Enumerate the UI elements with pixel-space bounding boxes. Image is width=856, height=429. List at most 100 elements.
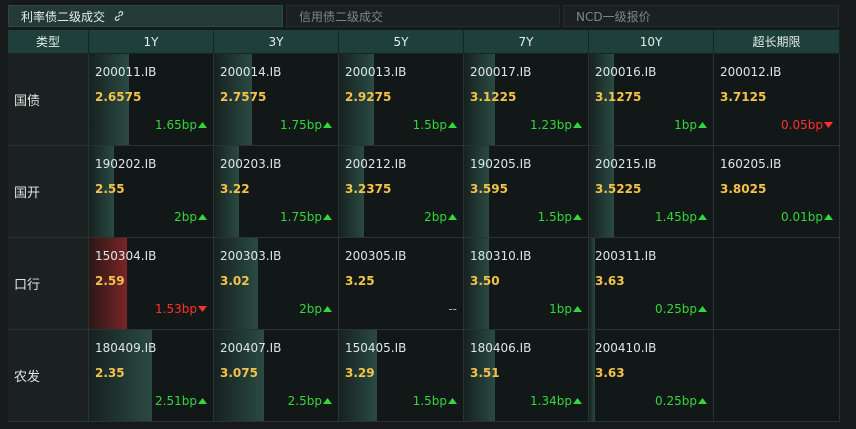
- yield-change-value: 0.01bp: [781, 210, 823, 224]
- header-1y: 1Y: [89, 30, 214, 54]
- bond-cell[interactable]: 180310.IB 3.50 1bp: [464, 238, 589, 330]
- bond-cell[interactable]: 180409.IB 2.35 2.51bp: [89, 330, 214, 422]
- yield-change-value: 0.25bp: [655, 302, 697, 316]
- link-icon[interactable]: [113, 10, 125, 22]
- yield-change-value: 2.5bp: [287, 394, 322, 408]
- yield-change-value: 0.05bp: [781, 118, 823, 132]
- bond-cell[interactable]: 200311.IB 3.63 0.25bp: [589, 238, 714, 330]
- yield-change: 1.23bp: [530, 118, 582, 132]
- bond-code: 200410.IB: [595, 341, 657, 355]
- bond-yield: 3.02: [220, 274, 250, 288]
- yield-change: --: [448, 302, 457, 316]
- bond-yield: 3.075: [220, 366, 258, 380]
- bond-code: 200212.IB: [345, 157, 407, 171]
- bond-code: 200011.IB: [95, 65, 157, 79]
- header-ultra-long: 超长期限: [714, 30, 840, 54]
- yield-change-value: 1.23bp: [530, 118, 572, 132]
- triangle-up-icon: [698, 398, 707, 404]
- bond-cell[interactable]: 150405.IB 3.29 1.5bp: [339, 330, 464, 422]
- bond-yield: 3.25: [345, 274, 375, 288]
- bond-yield: 3.7125: [720, 90, 767, 104]
- triangle-up-icon: [698, 306, 707, 312]
- bond-cell[interactable]: 200212.IB 3.2375 2bp: [339, 146, 464, 238]
- triangle-up-icon: [323, 306, 332, 312]
- triangle-up-icon: [573, 214, 582, 220]
- bond-cell[interactable]: 200017.IB 3.1225 1.23bp: [464, 54, 589, 146]
- triangle-up-icon: [323, 122, 332, 128]
- tab-ncd-primary-quotes[interactable]: NCD一级报价: [563, 5, 839, 27]
- bond-yield: 3.63: [595, 366, 625, 380]
- yield-change-value: 0.25bp: [655, 394, 697, 408]
- bond-cell[interactable]: 190202.IB 2.55 2bp: [89, 146, 214, 238]
- tab-label: 信用债二级成交: [299, 9, 384, 24]
- empty-cell: [714, 330, 840, 422]
- bond-code: 200012.IB: [720, 65, 782, 79]
- yield-change: 1.65bp: [155, 118, 207, 132]
- row-type-label: 农发: [8, 330, 89, 422]
- bond-yield: 2.7575: [220, 90, 267, 104]
- yield-change: 2bp: [299, 302, 332, 316]
- tab-bar: 利率债二级成交 信用债二级成交 NCD一级报价: [8, 5, 840, 27]
- yield-change-value: 2bp: [424, 210, 447, 224]
- bond-yield: 2.9275: [345, 90, 392, 104]
- yield-change-value: --: [448, 302, 457, 316]
- table-header: 类型 1Y 3Y 5Y 7Y 10Y 超长期限: [8, 30, 840, 54]
- bond-yield: 3.51: [470, 366, 500, 380]
- triangle-up-icon: [198, 122, 207, 128]
- triangle-up-icon: [448, 214, 457, 220]
- triangle-up-icon: [323, 398, 332, 404]
- triangle-up-icon: [698, 122, 707, 128]
- bond-code: 150304.IB: [95, 249, 157, 263]
- bond-cell[interactable]: 150304.IB 2.59 1.53bp: [89, 238, 214, 330]
- yield-change-value: 2bp: [299, 302, 322, 316]
- tab-credit-secondary-trades[interactable]: 信用债二级成交: [286, 5, 560, 27]
- bond-cell[interactable]: 190205.IB 3.595 1.5bp: [464, 146, 589, 238]
- yield-change-value: 2.51bp: [155, 394, 197, 408]
- yield-table: 类型 1Y 3Y 5Y 7Y 10Y 超长期限 国债 200011.IB 2.6…: [8, 30, 840, 422]
- bond-cell[interactable]: 200305.IB 3.25 --: [339, 238, 464, 330]
- bond-cell[interactable]: 200203.IB 3.22 1.75bp: [214, 146, 339, 238]
- triangle-up-icon: [448, 398, 457, 404]
- header-5y: 5Y: [339, 30, 464, 54]
- tab-rates-secondary-trades[interactable]: 利率债二级成交: [8, 5, 283, 27]
- bond-yield: 3.1225: [470, 90, 517, 104]
- bond-cell[interactable]: 200303.IB 3.02 2bp: [214, 238, 339, 330]
- bond-cell[interactable]: 200410.IB 3.63 0.25bp: [589, 330, 714, 422]
- triangle-up-icon: [573, 398, 582, 404]
- bond-cell[interactable]: 180406.IB 3.51 1.34bp: [464, 330, 589, 422]
- yield-change: 0.25bp: [655, 302, 707, 316]
- yield-change-value: 1.45bp: [655, 210, 697, 224]
- triangle-up-icon: [824, 214, 833, 220]
- bond-code: 160205.IB: [720, 157, 782, 171]
- bond-cell[interactable]: 160205.IB 3.8025 0.01bp: [714, 146, 840, 238]
- triangle-down-icon: [824, 122, 833, 128]
- bond-cell[interactable]: 200016.IB 3.1275 1bp: [589, 54, 714, 146]
- triangle-up-icon: [198, 398, 207, 404]
- table-body: 国债 200011.IB 2.6575 1.65bp 200014.IB 2.7…: [8, 54, 840, 422]
- yield-change: 2.5bp: [288, 394, 332, 408]
- tab-label: NCD一级报价: [576, 9, 651, 24]
- bond-yield: 2.55: [95, 182, 125, 196]
- bond-code: 180409.IB: [95, 341, 157, 355]
- yield-change-value: 1.53bp: [155, 302, 197, 316]
- yield-change-value: 1.5bp: [412, 118, 447, 132]
- bond-yield: 3.8025: [720, 182, 767, 196]
- yield-change: 0.01bp: [781, 210, 833, 224]
- triangle-up-icon: [323, 214, 332, 220]
- yield-change: 0.05bp: [781, 118, 833, 132]
- yield-change: 1bp: [674, 118, 707, 132]
- bond-code: 200013.IB: [345, 65, 407, 79]
- yield-change: 1.34bp: [530, 394, 582, 408]
- header-3y: 3Y: [214, 30, 339, 54]
- bond-cell[interactable]: 200407.IB 3.075 2.5bp: [214, 330, 339, 422]
- row-type-label: 国债: [8, 54, 89, 146]
- bond-cell[interactable]: 200013.IB 2.9275 1.5bp: [339, 54, 464, 146]
- yield-change: 0.25bp: [655, 394, 707, 408]
- bond-cell[interactable]: 200011.IB 2.6575 1.65bp: [89, 54, 214, 146]
- bond-cell[interactable]: 200014.IB 2.7575 1.75bp: [214, 54, 339, 146]
- yield-change: 1.75bp: [280, 118, 332, 132]
- table-row: 国债 200011.IB 2.6575 1.65bp 200014.IB 2.7…: [8, 54, 840, 146]
- empty-cell: [714, 238, 840, 330]
- bond-cell[interactable]: 200215.IB 3.5225 1.45bp: [589, 146, 714, 238]
- bond-cell[interactable]: 200012.IB 3.7125 0.05bp: [714, 54, 840, 146]
